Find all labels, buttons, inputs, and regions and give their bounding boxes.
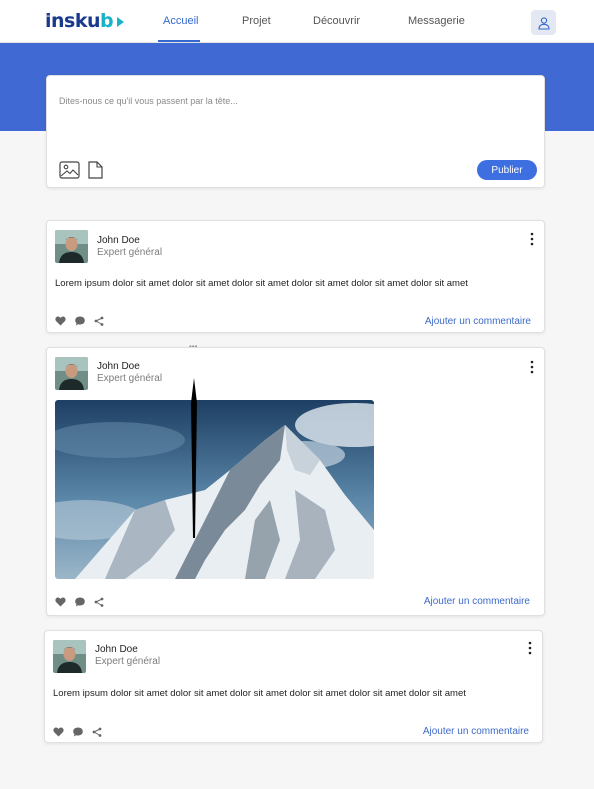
author-avatar[interactable]: [55, 230, 88, 263]
nav-tab-messagerie[interactable]: Messagerie: [408, 15, 465, 27]
post-card: John Doe Expert général Lorem ipsum dolo…: [46, 220, 545, 333]
share-icon[interactable]: [94, 597, 104, 607]
heart-icon[interactable]: [55, 597, 66, 607]
comment-icon[interactable]: [75, 597, 85, 607]
author-role: Expert général: [97, 247, 163, 258]
add-comment-link[interactable]: Ajouter un commentaire: [425, 316, 531, 327]
post-composer: Dites-nous ce qu'il vous passent par la …: [46, 75, 545, 188]
author-name[interactable]: John Doe: [97, 361, 140, 372]
author-role: Expert général: [95, 656, 161, 667]
logo-text: insku: [45, 10, 101, 32]
author-name[interactable]: John Doe: [95, 644, 138, 655]
profile-button[interactable]: [531, 10, 556, 35]
logo-text-end: b: [100, 10, 114, 32]
comment-icon[interactable]: [73, 727, 83, 737]
share-icon[interactable]: [94, 316, 104, 326]
user-icon: [537, 16, 550, 30]
more-options-icon[interactable]: [529, 232, 535, 246]
post-card: John Doe Expert général Lorem ipsum dolo…: [44, 630, 543, 743]
more-options-icon[interactable]: [527, 641, 533, 655]
nav-tab-decouvrir[interactable]: Découvrir: [313, 15, 360, 27]
top-navbar: inskub Accueil Projet Découvrir Messager…: [0, 0, 594, 43]
composer-input[interactable]: Dites-nous ce qu'il vous passent par la …: [59, 96, 238, 106]
post-card: John Doe Expert général Ajouter un comme…: [46, 347, 545, 616]
post-actions: [55, 597, 104, 607]
author-avatar[interactable]: [53, 640, 86, 673]
post-text: Lorem ipsum dolor sit amet dolor sit ame…: [55, 278, 468, 289]
more-options-icon[interactable]: [529, 360, 535, 374]
heart-icon[interactable]: [53, 727, 64, 737]
publish-button[interactable]: Publier: [477, 160, 537, 180]
post-text: Lorem ipsum dolor sit amet dolor sit ame…: [53, 688, 466, 699]
author-role: Expert général: [97, 373, 163, 384]
drag-cursor-artifact: [191, 378, 197, 538]
nav-tab-accueil[interactable]: Accueil: [163, 15, 198, 27]
logo-arrow-icon: [117, 17, 125, 27]
composer-tools: [59, 161, 103, 179]
heart-icon[interactable]: [55, 316, 66, 326]
share-icon[interactable]: [92, 727, 102, 737]
image-icon[interactable]: [59, 161, 80, 179]
post-actions: [53, 727, 102, 737]
add-comment-link[interactable]: Ajouter un commentaire: [423, 726, 529, 737]
file-icon[interactable]: [88, 161, 103, 179]
post-actions: [55, 316, 104, 326]
active-tab-indicator: [158, 40, 200, 42]
nav-tab-projet[interactable]: Projet: [242, 15, 271, 27]
author-name[interactable]: John Doe: [97, 235, 140, 246]
inskub-logo[interactable]: inskub: [45, 10, 126, 32]
author-avatar[interactable]: [55, 357, 88, 390]
mountain-photo[interactable]: [55, 400, 374, 579]
comment-icon[interactable]: [75, 316, 85, 326]
add-comment-link[interactable]: Ajouter un commentaire: [424, 596, 530, 607]
